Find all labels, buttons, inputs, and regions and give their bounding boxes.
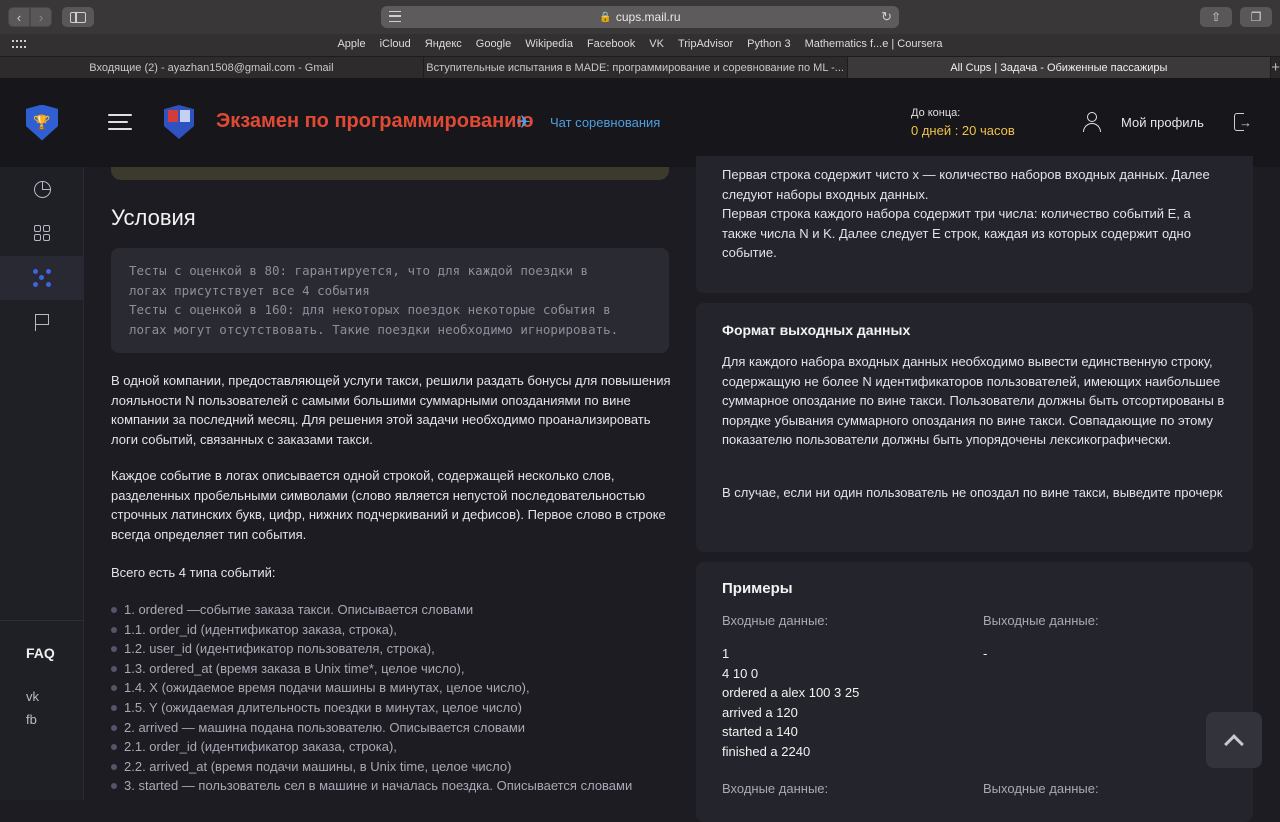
rail-item-flag[interactable]: [0, 300, 84, 344]
address-bar[interactable]: 🔒 cups.mail.ru ↻: [381, 6, 899, 28]
input-format-line: Первая строка каждого набора содержит тр…: [722, 206, 1191, 261]
cups-logo[interactable]: 🏆: [0, 78, 84, 167]
contest-logo: [164, 105, 194, 139]
app: 🏆 FAQ vk fb Экзамен по программированию …: [0, 78, 1280, 822]
tab-gmail[interactable]: Входящие (2) - ayazhan1508@gmail.com - G…: [0, 57, 424, 79]
output-format-card: Формат выходных данных Для каждого набор…: [696, 303, 1253, 552]
url-text: cups.mail.ru: [615, 10, 681, 24]
flag-icon: [35, 313, 49, 331]
output-format-paragraph: Для каждого набора входных данных необхо…: [722, 354, 1225, 448]
favorite-link[interactable]: VK: [649, 38, 664, 50]
paragraph: Всего есть 4 типа событий:: [111, 565, 276, 580]
forward-button[interactable]: ›: [30, 7, 52, 27]
sidebar-toggle-button[interactable]: [62, 7, 94, 27]
example-output-label: Выходные данные:: [983, 781, 1099, 796]
favorite-link[interactable]: Apple: [337, 38, 365, 50]
paragraph: Каждое событие в логах описывается одной…: [111, 468, 666, 542]
profile-link[interactable]: Мой профиль: [1121, 115, 1204, 130]
examples-title: Примеры: [722, 580, 793, 597]
rail-item-contest[interactable]: [0, 256, 84, 300]
tab-bar: Входящие (2) - ayazhan1508@gmail.com - G…: [0, 56, 1280, 79]
list-item: 1.3. ordered_at (время заказа в Unix tim…: [111, 659, 671, 679]
chevron-up-icon: [1224, 733, 1244, 754]
deadline-label: До конца:: [911, 107, 961, 119]
input-format-line: Первая строка содержит чисто x — количес…: [722, 167, 1210, 202]
list-item: 2.2. arrived_at (время подачи машины, в …: [111, 757, 671, 777]
paragraph: В одной компании, предоставляющей услуги…: [111, 373, 671, 447]
code-line: Тесты с оценкой в 160: для некоторых пое…: [129, 302, 611, 317]
pie-chart-icon: [33, 180, 51, 198]
list-item: 2.1. order_id (идентификатор заказа, стр…: [111, 737, 671, 757]
example-input-label: Входные данные:: [722, 781, 829, 796]
vk-link[interactable]: vk: [26, 689, 39, 704]
list-item: 1. ordered —событие заказа такси. Описыв…: [111, 600, 671, 620]
favorite-link[interactable]: TripAdvisor: [678, 38, 733, 50]
lock-icon: 🔒: [599, 11, 612, 23]
deadline-value: 0 дней : 20 часов: [911, 123, 1015, 138]
reload-icon[interactable]: ↻: [881, 9, 892, 25]
event-list: 1. ordered —событие заказа такси. Описыв…: [111, 600, 671, 796]
output-format-paragraph: В случае, если ни один пользователь не о…: [722, 485, 1223, 500]
notice-banner: [111, 167, 669, 180]
favorite-link[interactable]: Facebook: [587, 38, 635, 50]
user-icon[interactable]: [1083, 112, 1101, 132]
dots-icon: [33, 269, 51, 287]
favorite-link[interactable]: Яндекс: [425, 38, 462, 50]
example-output-value: -: [983, 646, 988, 661]
list-item: 3. started — пользователь сел в машине и…: [111, 776, 671, 796]
favorite-link[interactable]: Google: [476, 38, 511, 50]
code-line: логах присутствует все 4 события: [129, 282, 370, 298]
menu-icon[interactable]: [108, 114, 132, 130]
favorites-bar: Apple iCloud Яндекс Google Wikipedia Fac…: [0, 34, 1280, 56]
output-format-title: Формат выходных данных: [722, 322, 911, 338]
conditions-title: Условия: [111, 205, 196, 230]
telegram-icon[interactable]: ✈: [516, 112, 531, 133]
trophy-icon: 🏆: [26, 104, 58, 141]
fb-link[interactable]: fb: [26, 712, 37, 727]
apps-icon: [34, 225, 50, 241]
logout-icon[interactable]: →: [1234, 113, 1252, 131]
list-item: 1.1. order_id (идентификатор заказа, стр…: [111, 620, 671, 640]
tab-allcups[interactable]: All Cups | Задача - Обиженные пассажиры: [847, 57, 1272, 79]
scroll-to-top-button[interactable]: [1206, 712, 1262, 768]
favorite-link[interactable]: Wikipedia: [525, 38, 573, 50]
tabs-overview-button[interactable]: ❐: [1240, 7, 1272, 27]
list-item: 1.4. X (ожидаемое время подачи машины в …: [111, 678, 671, 698]
code-line: логах могут отсутствовать. Такие поездки…: [129, 321, 619, 337]
example-input-value: 1 4 10 0 ordered a alex 100 3 25 arrived…: [722, 646, 860, 759]
rail-item-tasks[interactable]: [0, 211, 84, 255]
code-line: Тесты с оценкой в 80: гарантируется, что…: [129, 263, 589, 278]
left-rail: 🏆 FAQ vk fb: [0, 78, 84, 800]
example-output-label: Выходные данные:: [983, 613, 1099, 628]
contest-title[interactable]: Экзамен по программированию: [216, 110, 542, 133]
back-button[interactable]: ‹: [8, 7, 30, 27]
reader-icon[interactable]: [389, 11, 401, 22]
examples-card: Примеры Входные данные: Выходные данные:…: [696, 562, 1253, 822]
example-input-label: Входные данные:: [722, 613, 829, 628]
chat-link[interactable]: Чат соревнования: [550, 115, 660, 130]
share-button[interactable]: ⇧: [1200, 7, 1232, 27]
rail-divider: [0, 620, 84, 621]
page-header: Экзамен по программированию ✈ Чат соревн…: [84, 78, 1280, 167]
code-block: Тесты с оценкой в 80: гарантируется, что…: [111, 248, 669, 353]
favorite-link[interactable]: Mathematics f...e | Coursera: [805, 38, 943, 50]
tab-made[interactable]: Вступительные испытания в MADE: программ…: [423, 57, 848, 79]
input-format-card: Первая строка содержит чисто x — количес…: [696, 156, 1253, 293]
favorite-link[interactable]: Python 3: [747, 38, 790, 50]
list-item: 1.5. Y (ожидаемая длительность поездки в…: [111, 698, 671, 718]
list-item: 2. arrived — машина подана пользователю.…: [111, 718, 671, 738]
nav-buttons: ‹ ›: [8, 7, 52, 27]
faq-link[interactable]: FAQ: [26, 645, 55, 661]
new-tab-button[interactable]: +: [1271, 57, 1280, 78]
rail-item-stats[interactable]: [0, 167, 84, 211]
list-item: 1.2. user_id (идентификатор пользователя…: [111, 639, 671, 659]
favorite-link[interactable]: iCloud: [380, 38, 411, 50]
browser-toolbar: ‹ › 🔒 cups.mail.ru ↻ ⇧ ❐: [0, 0, 1280, 34]
sidebar-icon: [70, 11, 86, 23]
